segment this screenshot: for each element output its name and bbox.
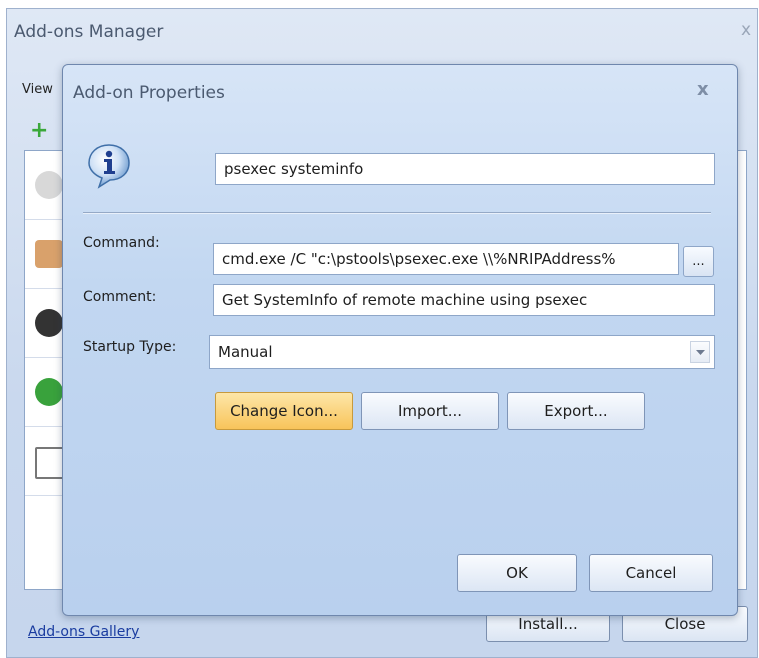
cancel-button[interactable]: Cancel [589, 554, 713, 592]
export-button[interactable]: Export... [507, 392, 645, 430]
change-icon-button[interactable]: Change Icon... [215, 392, 353, 430]
addon-icon [35, 309, 63, 337]
list-item[interactable] [25, 289, 63, 358]
list-item[interactable] [25, 220, 63, 289]
browse-button[interactable]: ... [683, 246, 714, 277]
dialog-close-icon[interactable]: x [697, 79, 709, 100]
addon-name-field[interactable]: psexec systeminfo [215, 153, 715, 185]
list-item[interactable] [25, 427, 67, 496]
chevron-down-icon[interactable] [690, 341, 710, 363]
manager-title: Add-ons Manager [14, 22, 164, 42]
addons-list[interactable] [24, 150, 67, 590]
ok-button[interactable]: OK [457, 554, 577, 592]
info-icon [85, 141, 133, 189]
manager-view-label: View [22, 82, 53, 97]
command-label: Command: [83, 235, 160, 251]
comment-field[interactable]: Get SystemInfo of remote machine using p… [213, 284, 715, 316]
list-item[interactable] [25, 358, 63, 427]
startup-type-select[interactable]: Manual [209, 335, 715, 369]
command-field[interactable]: cmd.exe /C "c:\pstools\psexec.exe \\%NRI… [213, 243, 679, 275]
addon-icon [35, 240, 63, 268]
import-button[interactable]: Import... [361, 392, 499, 430]
addon-icon [35, 378, 63, 406]
addons-gallery-link[interactable]: Add-ons Gallery [28, 624, 139, 640]
addon-properties-dialog: Add-on Properties x psexec systeminfo Co… [62, 64, 738, 616]
list-item[interactable] [25, 151, 63, 220]
startup-type-value: Manual [218, 343, 273, 361]
separator [83, 212, 711, 214]
dialog-title: Add-on Properties [73, 83, 225, 103]
comment-label: Comment: [83, 289, 157, 305]
manager-close-icon[interactable]: x [741, 20, 751, 40]
startup-type-label: Startup Type: [83, 339, 177, 355]
plus-icon[interactable]: + [30, 118, 48, 143]
addon-icon [35, 171, 63, 199]
